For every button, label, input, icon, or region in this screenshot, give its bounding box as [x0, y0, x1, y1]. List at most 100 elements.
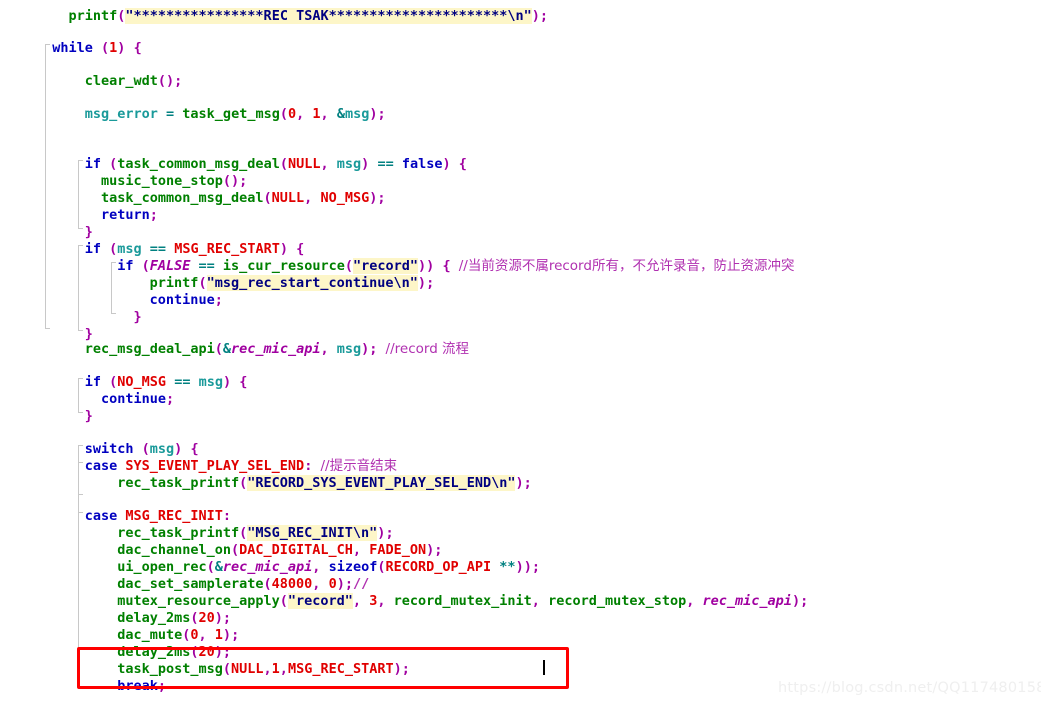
code-editor-screenshot: printf("****************REC TSAK********… — [0, 0, 1041, 709]
code-token-pun: ) — [222, 627, 232, 643]
code-token-pun: ( — [263, 576, 272, 592]
code-token-fn: task_common_msg_deal — [100, 190, 264, 206]
code-line[interactable]: break; — [117, 678, 166, 695]
code-token-pun: ( — [157, 73, 167, 89]
code-line[interactable]: if (FALSE == is_cur_resource("record")) … — [117, 258, 794, 275]
code-line[interactable]: rec_task_printf("MSG_REC_INIT\n"); — [117, 525, 394, 542]
code-token-macro: NULL — [231, 661, 264, 677]
code-token-pun: , — [263, 661, 272, 677]
code-token-kw: switch — [84, 441, 134, 457]
code-line[interactable]: rec_task_printf("RECORD_SYS_EVENT_PLAY_S… — [117, 475, 532, 492]
code-line[interactable]: if (task_common_msg_deal(NULL, msg) == f… — [85, 156, 467, 173]
code-token-pun: ( — [279, 593, 288, 609]
code-line[interactable]: task_common_msg_deal(NULL, NO_MSG); — [101, 190, 386, 207]
code-token-var: msg — [336, 341, 362, 357]
code-line[interactable]: music_tone_stop(); — [101, 173, 247, 190]
code-line[interactable]: } — [85, 224, 93, 241]
code-line[interactable]: case SYS_EVENT_PLAY_SEL_END: //提示音结束 — [85, 458, 397, 475]
code-line[interactable]: printf("****************REC TSAK********… — [68, 8, 548, 25]
code-token-pun: ) — [393, 661, 402, 677]
code-token-pun: ) — [214, 644, 223, 660]
code-token-cmt: // — [352, 576, 370, 592]
code-token-pun: ) — [791, 593, 801, 609]
code-token-pun: ; — [531, 559, 540, 575]
code-token-pun: ( — [279, 156, 288, 172]
code-line[interactable]: rec_msg_deal_api(&rec_mic_api, msg); //r… — [85, 341, 469, 358]
code-token-kw: return — [100, 207, 150, 223]
code-token-pun: ; — [344, 576, 353, 592]
code-line[interactable]: return; — [101, 207, 158, 224]
code-token-pun: ; — [377, 106, 386, 122]
code-token-pun: { — [296, 241, 305, 257]
code-token-fn: music_tone_stop — [100, 173, 223, 189]
code-token-macro: NULL — [271, 190, 305, 206]
code-line[interactable]: while (1) { — [52, 40, 141, 57]
code-line[interactable]: ui_open_rec(&rec_mic_api, sizeof(RECORD_… — [117, 559, 540, 576]
code-content[interactable]: printf("****************REC TSAK********… — [0, 0, 1041, 709]
code-token-op: & — [214, 559, 223, 575]
code-token-str: "MSG_REC_INIT\n" — [247, 525, 378, 541]
code-line[interactable]: dac_set_samplerate(48000, 0);// — [117, 576, 369, 593]
code-line[interactable]: delay_2ms(20); — [117, 644, 231, 661]
code-token-pun: ; — [426, 275, 435, 291]
code-token-op: == — [377, 156, 394, 172]
code-line[interactable]: if (NO_MSG == msg) { — [85, 374, 248, 391]
code-token-str: "record" — [352, 258, 419, 274]
code-token-pun: ; — [539, 8, 549, 24]
code-token-var: msg — [336, 156, 362, 172]
code-line[interactable]: clear_wdt(); — [85, 73, 183, 90]
code-token-kw: if — [84, 374, 101, 390]
code-line[interactable]: delay_2ms(20); — [117, 610, 231, 627]
code-token-kw: false — [401, 156, 443, 172]
code-token-var: msg_error — [84, 106, 158, 122]
code-token-pun: ) — [523, 559, 532, 575]
code-line[interactable]: case MSG_REC_INIT: — [85, 508, 231, 525]
code-token-pun: ( — [230, 542, 240, 558]
code-token-pun: ( — [214, 341, 223, 357]
code-token-var: msg — [344, 106, 370, 122]
code-line[interactable]: switch (msg) { — [85, 441, 199, 458]
code-token-pun: ) — [515, 559, 524, 575]
code-token-fn: task_post_msg — [117, 661, 223, 677]
code-token-fn: task_common_msg_deal — [117, 156, 280, 172]
code-line[interactable]: dac_mute(0, 1); — [117, 627, 239, 644]
code-line[interactable]: task_post_msg(NULL,1,MSG_REC_START); — [117, 661, 410, 678]
code-line[interactable]: } — [85, 408, 93, 425]
code-line[interactable]: dac_channel_on(DAC_DIGITAL_CH, FADE_ON); — [117, 542, 442, 559]
code-line[interactable]: mutex_resource_apply("record", 3, record… — [117, 593, 808, 610]
code-token-pun: ( — [279, 106, 288, 122]
code-token-str: "msg_rec_start_continue\n" — [206, 275, 418, 291]
code-token-num: 20 — [198, 610, 215, 626]
code-line[interactable]: msg_error = task_get_msg(0, 1, &msg); — [85, 106, 386, 123]
code-token-cmt: //当前资源不属record所有，不允许录音，防止资源冲突 — [458, 258, 795, 274]
code-token-pun: } — [84, 224, 93, 240]
code-token-fn: delay_2ms — [117, 610, 191, 626]
code-token-pun: : — [222, 508, 232, 524]
code-token-kw: case — [84, 458, 118, 474]
code-token-kw: continue — [149, 292, 215, 308]
code-token-op: & — [222, 341, 232, 357]
code-line[interactable]: continue; — [150, 292, 223, 309]
code-token-pun: ) — [214, 610, 223, 626]
code-line[interactable]: printf("msg_rec_start_continue\n"); — [150, 275, 435, 292]
code-token-kw: case — [84, 508, 118, 524]
code-line[interactable]: if (msg == MSG_REC_START) { — [85, 241, 305, 258]
code-token-pun: ; — [222, 610, 232, 626]
code-line[interactable]: } — [133, 309, 141, 326]
code-line[interactable]: continue; — [101, 391, 174, 408]
